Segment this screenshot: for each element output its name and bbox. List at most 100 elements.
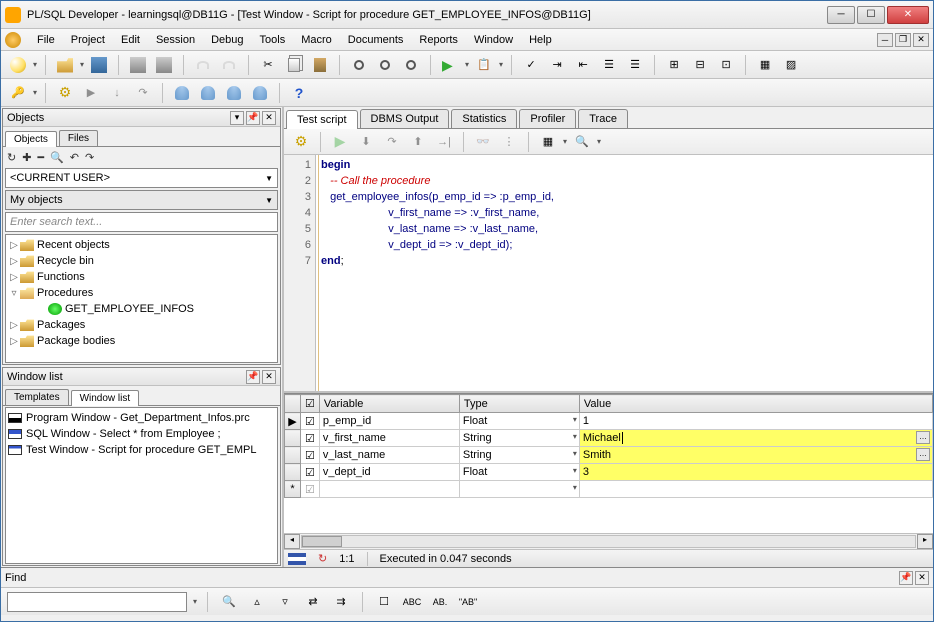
refresh-icon[interactable]: ↻	[7, 151, 16, 164]
run-button[interactable]: ▶	[80, 82, 102, 104]
db-button-3[interactable]	[223, 82, 245, 104]
cut-button[interactable]: ✂	[257, 54, 279, 76]
mdi-minimize[interactable]: ─	[877, 33, 893, 47]
window-grid-button[interactable]: ▨	[780, 54, 802, 76]
menu-tools[interactable]: Tools	[252, 32, 294, 48]
new-button[interactable]	[7, 54, 29, 76]
menu-edit[interactable]: Edit	[113, 32, 148, 48]
print-button[interactable]	[127, 54, 149, 76]
window-arrange-button[interactable]: ⊡	[715, 54, 737, 76]
print-setup-button[interactable]	[153, 54, 175, 76]
var-name[interactable]	[319, 481, 459, 498]
replace-all-button[interactable]: ⇉	[330, 591, 352, 613]
maximize-button[interactable]: ☐	[857, 6, 885, 24]
var-type[interactable]: Float▾	[459, 464, 579, 481]
db-button-1[interactable]	[171, 82, 193, 104]
col-variable[interactable]: Variable	[319, 395, 459, 413]
find-prev-button[interactable]: 🔍	[218, 591, 240, 613]
tab-trace[interactable]: Trace	[578, 109, 628, 128]
expand-button[interactable]: …	[916, 448, 930, 461]
find-option-button[interactable]: ☐	[373, 591, 395, 613]
scroll-right-icon[interactable]: ▸	[917, 534, 933, 549]
scroll-left-icon[interactable]: ◂	[284, 534, 300, 549]
horizontal-scrollbar[interactable]: ◂ ▸	[284, 533, 933, 549]
match-case-button[interactable]: ABC	[401, 591, 423, 613]
replace-button[interactable]	[400, 54, 422, 76]
zoom-button[interactable]: 🔍	[571, 131, 593, 153]
window-cascade-button[interactable]: ⊟	[689, 54, 711, 76]
outdent-button[interactable]: ⇤	[572, 54, 594, 76]
step-over2-button[interactable]: ↷	[381, 131, 403, 153]
uncomment-button[interactable]: ☰	[624, 54, 646, 76]
find-obj-icon[interactable]: 🔍	[50, 151, 64, 164]
objects-tree[interactable]: ▷Recent objects ▷Recycle bin ▷Functions …	[5, 234, 278, 363]
tab-profiler[interactable]: Profiler	[519, 109, 576, 128]
panel-pin-icon[interactable]: 📌	[246, 111, 260, 125]
var-name[interactable]: v_first_name	[319, 430, 459, 447]
list-item[interactable]: Program Window - Get_Department_Infos.pr…	[8, 410, 275, 426]
panel-pin-icon[interactable]: 📌	[899, 571, 913, 585]
menu-session[interactable]: Session	[148, 32, 203, 48]
save-button[interactable]	[88, 54, 110, 76]
help-button[interactable]: ?	[288, 82, 310, 104]
step-over-button[interactable]: ↷	[132, 82, 154, 104]
explain-button[interactable]: 📋	[473, 54, 495, 76]
find-up-button[interactable]: ▵	[246, 591, 268, 613]
next-icon[interactable]: ↷	[85, 151, 94, 164]
row-indicator[interactable]	[285, 430, 301, 447]
step-button[interactable]: ↓	[106, 82, 128, 104]
var-type[interactable]: ▾	[459, 481, 579, 498]
refresh-icon[interactable]: ↻	[318, 552, 327, 565]
close-button[interactable]: ✕	[887, 6, 929, 24]
list-item[interactable]: SQL Window - Select * from Employee ;	[8, 426, 275, 442]
var-type[interactable]: String▾	[459, 447, 579, 464]
remove-icon[interactable]: ━	[37, 151, 44, 164]
var-name[interactable]: p_emp_id	[319, 413, 459, 430]
subtab-templates[interactable]: Templates	[5, 389, 69, 405]
row-checkbox[interactable]: ☑	[301, 464, 320, 481]
minimize-button[interactable]: ─	[827, 6, 855, 24]
var-value[interactable]: Smith…	[579, 447, 932, 464]
step-out-button[interactable]: ⬆	[407, 131, 429, 153]
list-item[interactable]: Test Window - Script for procedure GET_E…	[8, 442, 275, 458]
subtab-windowlist[interactable]: Window list	[71, 390, 140, 406]
find-down-button[interactable]: ▿	[274, 591, 296, 613]
var-type[interactable]: String▾	[459, 430, 579, 447]
compile-button[interactable]: ⚙	[54, 82, 76, 104]
step-into-button[interactable]: ⬇	[355, 131, 377, 153]
indent-button[interactable]: ⇥	[546, 54, 568, 76]
tab-statistics[interactable]: Statistics	[451, 109, 517, 128]
user-dropdown[interactable]: <CURRENT USER> ▼	[5, 168, 278, 188]
execute-button[interactable]: ▶	[439, 54, 461, 76]
menu-window[interactable]: Window	[466, 32, 521, 48]
paste-button[interactable]	[309, 54, 331, 76]
redo-button[interactable]	[218, 54, 240, 76]
expand-button[interactable]: …	[916, 431, 930, 444]
panel-close-icon[interactable]: ✕	[262, 370, 276, 384]
whole-word-button[interactable]: AB.	[429, 591, 451, 613]
menu-documents[interactable]: Documents	[340, 32, 412, 48]
var-name[interactable]: v_dept_id	[319, 464, 459, 481]
row-indicator[interactable]: ▶	[285, 413, 301, 430]
run-script-button[interactable]: ⚙	[290, 131, 312, 153]
var-value[interactable]: Michael…	[579, 430, 932, 447]
add-icon[interactable]: ✚	[22, 151, 31, 164]
app-menu-icon[interactable]	[5, 32, 21, 48]
prev-icon[interactable]: ↶	[70, 151, 79, 164]
row-checkbox[interactable]: ☑	[301, 430, 320, 447]
find-next-button[interactable]	[374, 54, 396, 76]
menu-debug[interactable]: Debug	[203, 32, 251, 48]
tab-test-script[interactable]: Test script	[286, 110, 358, 129]
panel-close-icon[interactable]: ✕	[915, 571, 929, 585]
window-tile-button[interactable]: ⊞	[663, 54, 685, 76]
open-button[interactable]	[54, 54, 76, 76]
find-input[interactable]	[7, 592, 187, 612]
menu-project[interactable]: Project	[63, 32, 113, 48]
search-input[interactable]: Enter search text...	[5, 212, 278, 232]
code-text[interactable]: begin -- Call the procedure get_employee…	[318, 155, 933, 391]
start-debugger-button[interactable]: ▶	[329, 131, 351, 153]
col-value[interactable]: Value	[579, 395, 932, 413]
panel-pin-icon[interactable]: 📌	[246, 370, 260, 384]
tab-dbms-output[interactable]: DBMS Output	[360, 109, 450, 128]
mdi-restore[interactable]: ❐	[895, 33, 911, 47]
